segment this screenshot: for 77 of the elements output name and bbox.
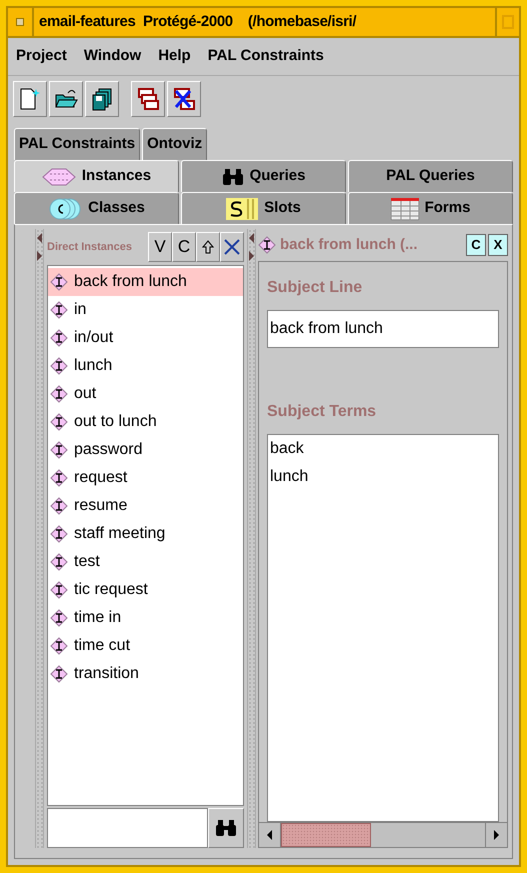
list-item[interactable]: back from lunch	[48, 268, 243, 296]
crossed-windows-icon	[172, 87, 196, 111]
instance-icon	[50, 301, 68, 319]
header-button[interactable]: C	[466, 234, 486, 256]
instance-icon	[50, 469, 68, 487]
class-icon	[48, 198, 82, 220]
instance-icon	[50, 525, 68, 543]
menu-item[interactable]: Window	[84, 45, 142, 68]
tab[interactable]: PAL Constraints	[14, 128, 140, 160]
list-item[interactable]: request	[48, 464, 243, 492]
toolbar-button[interactable]	[85, 81, 119, 117]
text-field[interactable]: back from lunch	[267, 310, 499, 348]
toolbar-button[interactable]	[13, 81, 47, 117]
tab[interactable]: Queries	[181, 160, 346, 192]
instance-icon	[50, 637, 68, 655]
list-item[interactable]: back	[270, 437, 496, 465]
instance-icon	[50, 385, 68, 403]
list-item[interactable]: time cut	[48, 632, 243, 660]
list-item[interactable]: password	[48, 436, 243, 464]
slot-icon	[226, 198, 258, 220]
menu-item[interactable]: Project	[16, 45, 67, 68]
up-arrow-icon	[202, 240, 214, 254]
instance-icon	[50, 273, 68, 291]
tab[interactable]: Instances	[14, 160, 179, 192]
list-item[interactable]: resume	[48, 492, 243, 520]
diamonds-icon	[42, 166, 76, 186]
list-item[interactable]: test	[48, 548, 243, 576]
search-field[interactable]	[47, 808, 208, 848]
horizontal-scrollbar[interactable]	[258, 822, 508, 848]
instance-title: back from lunch (...	[280, 234, 419, 255]
toolbar-button[interactable]	[131, 81, 165, 117]
instance-icon	[50, 609, 68, 627]
instance-icon	[50, 329, 68, 347]
window-title: email-features Protégé-2000 (/homebase/isri/	[38, 12, 358, 32]
binoculars-icon	[215, 819, 237, 837]
field-label: Subject Line	[267, 278, 364, 298]
list-item[interactable]: lunch	[270, 465, 496, 493]
instance-icon	[50, 441, 68, 459]
instance-icon	[50, 357, 68, 375]
tab[interactable]: Classes	[14, 192, 179, 224]
list-item[interactable]: out to lunch	[48, 408, 243, 436]
instance-icon	[50, 581, 68, 599]
field-label: Subject Terms	[267, 402, 378, 422]
header-button[interactable]: X	[488, 234, 508, 256]
form-icon	[390, 198, 419, 220]
toolbar-button[interactable]: V	[148, 232, 172, 262]
delete-button[interactable]	[220, 232, 244, 262]
tab[interactable]: Ontoviz	[142, 128, 208, 160]
instance-icon	[50, 497, 68, 515]
list-item[interactable]: time in	[48, 604, 243, 632]
toolbar-button[interactable]	[167, 81, 201, 117]
list-item[interactable]: out	[48, 380, 243, 408]
toolbar-button[interactable]	[49, 81, 83, 117]
instance-icon	[50, 553, 68, 571]
list-item[interactable]: tic request	[48, 576, 243, 604]
panel-title: Direct Instances	[47, 240, 132, 255]
tab[interactable]: PAL Queries	[348, 160, 513, 192]
list-item[interactable]: lunch	[48, 352, 243, 380]
stacked-disks-icon	[90, 87, 114, 111]
instance-icon	[258, 236, 276, 254]
list-item[interactable]: staff meeting	[48, 520, 243, 548]
instance-icon	[50, 413, 68, 431]
instance-icon	[50, 665, 68, 683]
search-button[interactable]	[208, 808, 244, 848]
binoculars-icon	[222, 168, 244, 186]
list-item[interactable]: in	[48, 296, 243, 324]
list-item[interactable]: transition	[48, 660, 243, 688]
menu-item[interactable]: Help	[158, 45, 191, 68]
stacked-windows-icon	[136, 87, 160, 111]
toolbar-button[interactable]	[196, 232, 220, 262]
toolbar-button[interactable]: C	[172, 232, 196, 262]
close-icon	[223, 238, 241, 256]
new-file-icon	[18, 87, 42, 111]
menu-item[interactable]: PAL Constraints	[208, 45, 324, 68]
tab[interactable]: Forms	[348, 192, 513, 224]
list-item[interactable]: in/out	[48, 324, 243, 352]
tab[interactable]: Slots	[181, 192, 346, 224]
